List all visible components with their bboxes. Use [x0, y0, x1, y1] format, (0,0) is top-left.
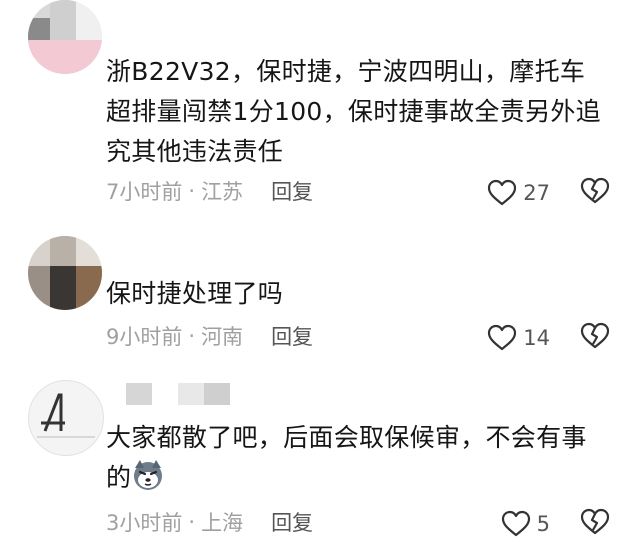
broken-heart-icon [580, 508, 610, 535]
comment-time: 9小时前 [106, 325, 183, 349]
heart-outline-icon [488, 324, 517, 351]
heart-outline-icon [501, 510, 530, 537]
like-button[interactable]: 14 [487, 324, 550, 352]
comment-text: 大家都散了吧，后面会取保候审，不会有事的 [106, 418, 604, 498]
heart-outline-icon [488, 179, 517, 206]
comment-text: 保时捷处理了吗 [106, 279, 284, 308]
meta-separator: · [188, 324, 196, 348]
avatar[interactable] [28, 236, 102, 310]
reply-button[interactable]: 回复 [271, 321, 313, 351]
comment-text: 浙B22V32，保时捷，宁波四明山，摩托车超排量闯禁1分100，保时捷事故全责另… [106, 57, 601, 166]
dislike-button[interactable] [580, 177, 610, 209]
broken-heart-icon [580, 177, 610, 204]
comment-location: 上海 [201, 511, 244, 535]
like-button[interactable]: 27 [487, 179, 550, 207]
comment-location: 河南 [201, 325, 244, 349]
username-mosaic[interactable] [126, 383, 230, 405]
like-count: 27 [523, 181, 550, 205]
comment-time: 3小时前 [106, 511, 183, 535]
meta-separator: · [188, 510, 196, 534]
husky-dog-emoji [134, 460, 163, 490]
comment-time: 7小时前 [106, 180, 183, 204]
avatar[interactable] [28, 380, 104, 456]
like-count: 5 [536, 512, 550, 536]
broken-heart-icon [580, 322, 610, 349]
like-button[interactable]: 5 [501, 510, 550, 538]
avatar[interactable] [28, 0, 102, 74]
reply-button[interactable]: 回复 [271, 507, 313, 537]
comment-text-body: 大家都散了吧，后面会取保候审，不会有事的 [106, 423, 587, 492]
comment-actions: 5 [501, 508, 610, 540]
comment-location: 江苏 [201, 180, 244, 204]
dislike-button[interactable] [580, 322, 610, 354]
comment-actions: 27 [487, 177, 610, 209]
like-count: 14 [523, 326, 550, 350]
meta-separator: · [188, 179, 196, 203]
reply-button[interactable]: 回复 [271, 176, 313, 206]
dislike-button[interactable] [580, 508, 610, 540]
avatar-logo [37, 393, 95, 438]
comment-actions: 14 [487, 322, 610, 354]
